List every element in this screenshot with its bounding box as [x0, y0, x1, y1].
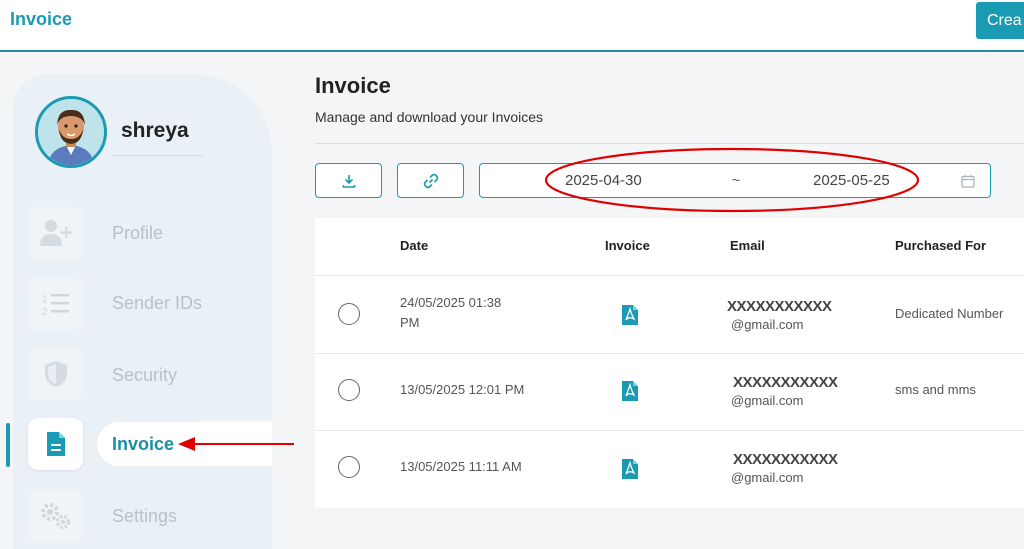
table-row[interactable]: 13/05/2025 12:01 PM XXXXXXXXXXX @gmail.c…	[315, 353, 1024, 431]
row-email-masked: XXXXXXXXXXX	[733, 451, 838, 468]
active-indicator	[6, 423, 10, 467]
sidebar-item-security[interactable]: Security	[112, 365, 177, 386]
brand-title: Invoice	[10, 9, 73, 29]
avatar	[35, 96, 107, 168]
row-date: 13/05/2025 12:01 PM	[400, 382, 525, 397]
table-row[interactable]: 13/05/2025 11:11 AM XXXXXXXXXXX @gmail.c…	[315, 430, 1024, 508]
create-button[interactable]: Crea	[976, 2, 1024, 39]
annotation-ellipse	[544, 147, 920, 213]
row-purchased-for: sms and mms	[895, 382, 976, 397]
page-title: Invoice	[315, 73, 391, 98]
sidebar-item-profile-icon-tile[interactable]	[28, 207, 83, 259]
svg-text:2: 2	[42, 307, 48, 318]
user-plus-icon	[39, 220, 72, 246]
column-header-invoice[interactable]: Invoice	[605, 238, 650, 253]
row-email-domain: @gmail.com	[731, 470, 804, 485]
download-button[interactable]	[315, 163, 382, 198]
sidebar-item-security-icon-tile[interactable]	[28, 348, 83, 400]
sidebar-item-invoice[interactable]: Invoice	[112, 434, 174, 455]
svg-text:1: 1	[42, 294, 48, 305]
pdf-icon[interactable]	[621, 458, 639, 480]
invoice-table: Date Invoice Email Purchased For 24/05/2…	[315, 218, 1024, 508]
row-select-radio[interactable]	[338, 379, 360, 401]
row-date-suffix: PM	[400, 315, 420, 330]
annotation-arrow	[178, 437, 294, 451]
table-row[interactable]: 24/05/2025 01:38 PM XXXXXXXXXXX @gmail.c…	[315, 275, 1024, 353]
sidebar-item-invoice-icon-tile[interactable]	[28, 418, 83, 470]
link-icon	[423, 173, 438, 188]
sidebar-item-sender-ids-icon-tile[interactable]: 1 2	[28, 278, 83, 330]
gears-icon	[40, 503, 70, 530]
row-email-domain: @gmail.com	[731, 317, 804, 332]
row-email-masked: XXXXXXXXXXX	[727, 298, 832, 315]
pdf-icon[interactable]	[621, 380, 639, 402]
top-bar: Invoice	[0, 0, 1024, 52]
numbered-list-icon: 1 2	[42, 294, 69, 318]
row-email-domain: @gmail.com	[731, 393, 804, 408]
copy-link-button[interactable]	[397, 163, 464, 198]
download-icon	[342, 174, 355, 188]
row-email-masked: XXXXXXXXXXX	[733, 374, 838, 391]
row-purchased-for: Dedicated Number	[895, 306, 1004, 321]
row-select-radio[interactable]	[338, 456, 360, 478]
row-date: 24/05/2025 01:38	[400, 295, 502, 310]
user-name: shreya	[121, 119, 189, 142]
shield-icon	[44, 361, 67, 387]
sidebar-item-sender-ids[interactable]: Sender IDs	[112, 293, 202, 314]
sidebar-item-settings[interactable]: Settings	[112, 506, 177, 527]
calendar-icon[interactable]	[961, 174, 975, 188]
document-icon	[46, 432, 65, 456]
column-header-date[interactable]: Date	[400, 238, 428, 253]
page-subtitle: Manage and download your Invoices	[315, 109, 544, 125]
sidebar-item-profile[interactable]: Profile	[112, 223, 163, 244]
column-header-purchased-for[interactable]: Purchased For	[895, 238, 986, 253]
row-select-radio[interactable]	[338, 303, 360, 325]
column-header-email[interactable]: Email	[730, 238, 765, 253]
row-date: 13/05/2025 11:11 AM	[400, 459, 522, 474]
sidebar-item-settings-icon-tile[interactable]	[28, 490, 83, 542]
pdf-icon[interactable]	[621, 304, 639, 326]
